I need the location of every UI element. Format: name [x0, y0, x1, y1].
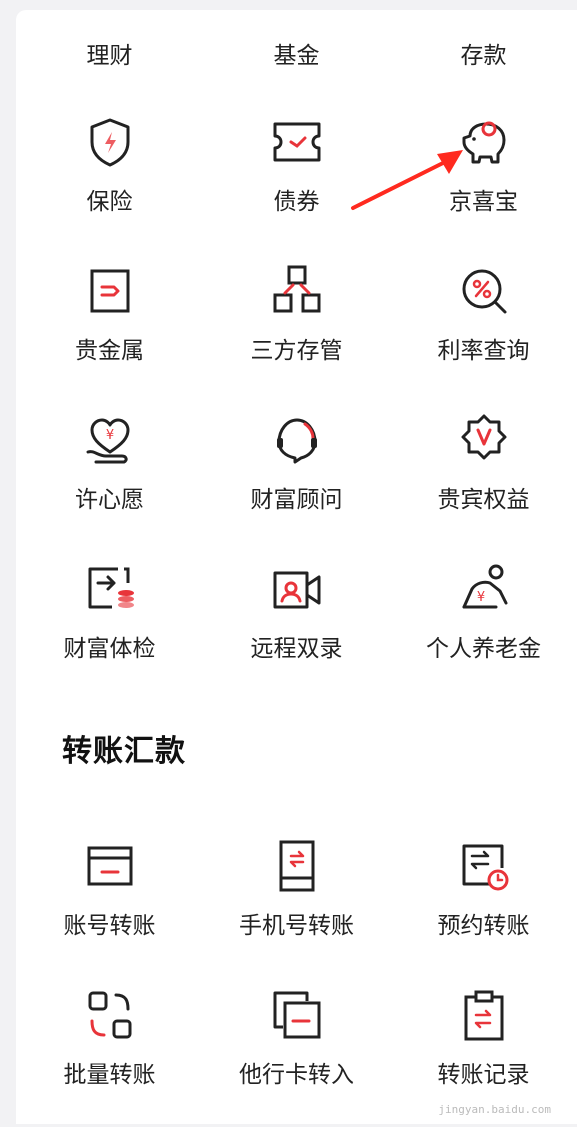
transfer-label: 预约转账 — [437, 913, 530, 939]
service-remote-recording[interactable]: 远程双录 — [203, 561, 390, 701]
top-tab-row: 理财 基金 存款 — [16, 28, 577, 74]
transfer-other-bank-in[interactable]: 他行卡转入 — [203, 987, 390, 1127]
service-label: 三方存管 — [250, 338, 343, 364]
video-record-icon — [269, 561, 325, 617]
service-wish[interactable]: ¥ 许心愿 — [16, 412, 203, 552]
service-label: 个人养老金 — [426, 636, 541, 662]
transfer-account[interactable]: 账号转账 — [16, 838, 203, 978]
service-insurance[interactable]: 保险 — [16, 114, 203, 254]
service-label: 许心愿 — [75, 487, 144, 513]
transfer-label: 手机号转账 — [239, 913, 354, 939]
pension-icon: ¥ — [456, 561, 512, 617]
transfer-record-icon — [456, 987, 512, 1043]
service-label: 财富顾问 — [250, 487, 343, 513]
card-transfer-icon — [82, 838, 138, 894]
svg-text:¥: ¥ — [476, 590, 484, 605]
other-bank-card-icon — [269, 987, 325, 1043]
shield-icon — [82, 114, 138, 170]
wish-heart-icon: ¥ — [82, 412, 138, 468]
scheduled-transfer-icon — [456, 838, 512, 894]
tab-licai[interactable]: 理财 — [16, 36, 203, 70]
custody-blocks-icon — [269, 263, 325, 319]
transfer-label: 账号转账 — [63, 913, 156, 939]
transfer-label: 转账记录 — [437, 1062, 530, 1088]
ticket-icon — [269, 114, 325, 170]
annotation-arrow-icon — [351, 150, 463, 210]
service-label: 贵宾权益 — [437, 487, 530, 513]
batch-transfer-icon — [82, 987, 138, 1043]
service-rate-query[interactable]: 利率查询 — [390, 263, 577, 403]
rate-search-icon — [456, 263, 512, 319]
service-label: 远程双录 — [250, 636, 343, 662]
watermark: jingyan.baidu.com — [438, 1103, 551, 1116]
service-label: 保险 — [86, 189, 133, 215]
section-title-transfer: 转账汇款 — [62, 734, 186, 769]
service-precious-metal[interactable]: 贵金属 — [16, 263, 203, 403]
advisor-headset-icon — [269, 412, 325, 468]
transfer-batch[interactable]: 批量转账 — [16, 987, 203, 1127]
service-personal-pension[interactable]: ¥ 个人养老金 — [390, 561, 577, 701]
vip-badge-icon — [456, 412, 512, 468]
service-wealth-checkup[interactable]: 财富体检 — [16, 561, 203, 701]
tab-cunkuan[interactable]: 存款 — [390, 36, 577, 70]
gold-bar-icon — [82, 263, 138, 319]
service-third-party-custody[interactable]: 三方存管 — [203, 263, 390, 403]
svg-text:¥: ¥ — [105, 428, 113, 443]
service-label: 贵金属 — [75, 338, 144, 364]
transfer-label: 批量转账 — [63, 1062, 156, 1088]
wealth-check-icon — [82, 561, 138, 617]
tab-jijin[interactable]: 基金 — [203, 36, 390, 70]
transfer-scheduled[interactable]: 预约转账 — [390, 838, 577, 978]
service-label: 利率查询 — [437, 338, 530, 364]
transfer-label: 他行卡转入 — [239, 1062, 354, 1088]
service-wealth-advisor[interactable]: 财富顾问 — [203, 412, 390, 552]
phone-transfer-icon — [269, 838, 325, 894]
transfer-phone[interactable]: 手机号转账 — [203, 838, 390, 978]
service-label: 财富体检 — [63, 636, 156, 662]
service-vip-rights[interactable]: 贵宾权益 — [390, 412, 577, 552]
